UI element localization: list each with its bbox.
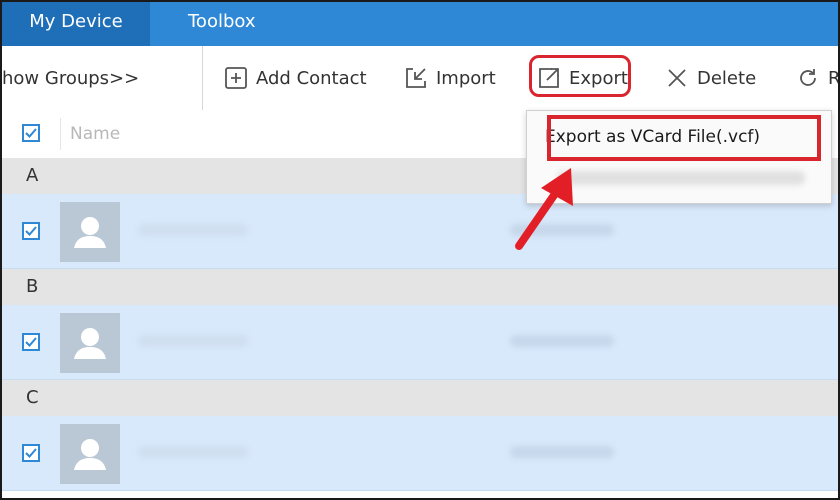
refresh-button[interactable]: R [796,46,840,110]
add-contact-label: Add Contact [256,67,367,89]
tab-my-device[interactable]: My Device [2,2,150,46]
group-header-c: C [2,380,838,416]
delete-button[interactable]: Delete [665,46,756,110]
contact-checkbox[interactable] [22,222,40,240]
blurred-contact-name [138,224,248,236]
close-icon [668,69,686,87]
checkmark-icon [25,226,37,236]
blurred-phone-number [510,335,614,347]
app-window: My Device Toolbox how Groups>> Add Conta… [0,0,840,500]
person-icon [74,217,106,248]
contact-row[interactable] [2,416,838,491]
show-groups-label: how Groups>> [2,67,140,89]
toolbar: how Groups>> Add Contact Import Export D… [2,46,838,111]
title-bar: My Device Toolbox [2,2,838,46]
contact-checkbox[interactable] [22,444,40,462]
avatar [60,424,120,484]
group-letter: B [26,276,39,297]
tab-toolbox[interactable]: Toolbox [188,2,256,46]
person-icon [74,439,106,470]
group-header-b: B [2,269,838,305]
import-label: Import [436,67,496,89]
avatar [60,202,120,262]
refresh-label: R [828,67,840,89]
group-letter: C [26,387,39,408]
checkmark-icon [25,337,37,347]
column-divider [60,118,61,150]
red-arrow-annotation [515,168,573,250]
add-contact-button[interactable]: Add Contact [224,46,367,110]
contact-row[interactable] [2,305,838,380]
import-icon [406,68,426,88]
blurred-menu-item[interactable] [557,171,805,185]
delete-label: Delete [697,67,757,89]
contact-checkbox[interactable] [22,333,40,351]
person-icon [74,328,106,359]
import-button[interactable]: Import [404,46,496,110]
export-highlight-annotation [529,55,631,97]
show-groups-button[interactable]: how Groups>> [2,46,203,110]
blurred-phone-number [510,446,614,458]
checkmark-icon [25,448,37,458]
select-all-checkbox[interactable] [22,124,40,142]
plus-box-icon [225,67,247,89]
vcard-highlight-annotation [547,115,821,161]
blurred-contact-name [138,335,248,347]
contact-list: A B C [2,158,838,498]
contact-row[interactable] [2,194,838,269]
name-column-header[interactable]: Name [70,110,120,158]
group-letter: A [26,165,39,186]
blurred-contact-name [138,446,248,458]
refresh-icon [800,69,816,86]
checkmark-icon [25,128,37,138]
avatar [60,313,120,373]
